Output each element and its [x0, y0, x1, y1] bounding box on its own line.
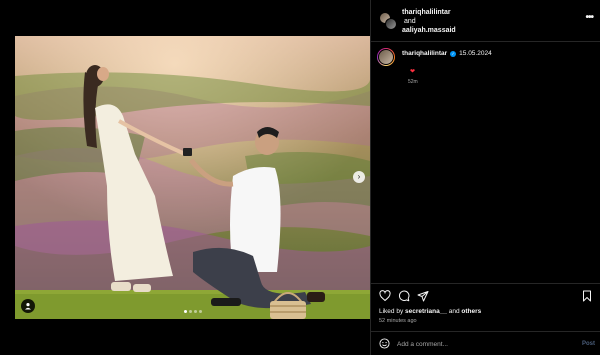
- likes-others-link[interactable]: others: [461, 308, 481, 315]
- post-header: thariqhalilintar and aaliyah.massaid •••: [371, 0, 600, 42]
- comment-bar: Post: [371, 331, 600, 355]
- collab-avatars[interactable]: [379, 12, 397, 30]
- caption-timestamp[interactable]: 52m: [408, 79, 418, 85]
- collab-names: thariqhalilintar and aaliyah.massaid: [402, 8, 456, 35]
- likes-summary: Liked by secretriana__ and others: [379, 308, 481, 315]
- carousel-dot: [198, 310, 202, 313]
- post-media[interactable]: ›: [15, 36, 370, 319]
- carousel-next-button[interactable]: ›: [353, 171, 365, 183]
- more-options-icon[interactable]: •••: [585, 12, 593, 23]
- chevron-right-icon: ›: [357, 172, 361, 181]
- user-tag-icon: [25, 303, 31, 310]
- emoji-icon[interactable]: [379, 338, 390, 349]
- author-username[interactable]: thariqhalilintar: [402, 8, 456, 17]
- proposal-photo: [15, 36, 370, 319]
- avatar: [385, 18, 397, 30]
- carousel-indicator: [15, 310, 370, 313]
- comment-icon[interactable]: [398, 290, 410, 302]
- carousel-dot: [188, 310, 192, 313]
- collaborator-username[interactable]: aaliyah.massaid: [402, 26, 456, 35]
- avatar[interactable]: [377, 48, 395, 66]
- post-side-panel: thariqhalilintar and aaliyah.massaid •••…: [370, 0, 600, 355]
- action-bar: [371, 283, 600, 307]
- bookmark-icon[interactable]: [581, 290, 593, 302]
- likes-middle: and: [446, 308, 462, 315]
- caption-text: 15.05.2024: [459, 50, 492, 57]
- caption-username[interactable]: thariqhalilintar: [402, 50, 447, 57]
- verified-badge-icon: ✓: [450, 50, 457, 57]
- heart-icon[interactable]: [379, 290, 391, 302]
- post-comment-button[interactable]: Post: [582, 341, 595, 347]
- likes-prefix: Liked by: [379, 308, 406, 315]
- post-timestamp[interactable]: 52 minutes ago: [379, 318, 417, 324]
- joiner-text: and: [404, 18, 416, 25]
- carousel-dot: [183, 310, 187, 313]
- liker-username[interactable]: secretriana__: [405, 308, 447, 315]
- caption-emoji: ❤: [410, 69, 416, 75]
- comment-input[interactable]: [397, 337, 567, 351]
- carousel-dot: [193, 310, 197, 313]
- share-icon[interactable]: [417, 290, 429, 302]
